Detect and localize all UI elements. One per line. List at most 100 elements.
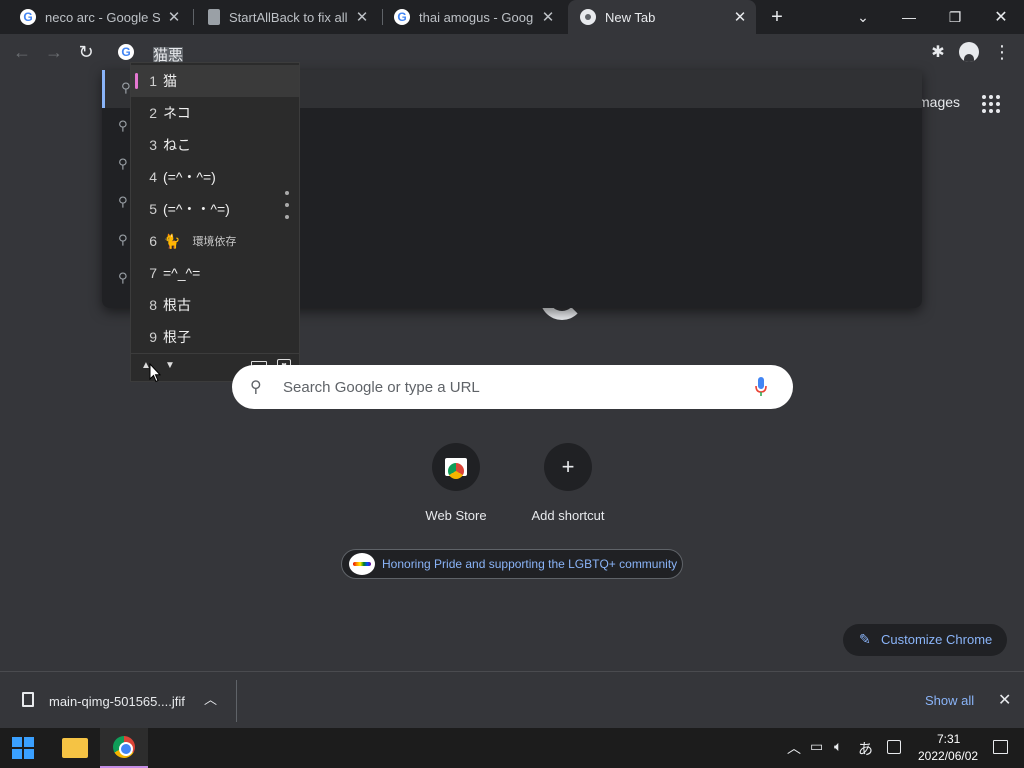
search-icon: ⚲ [118, 194, 128, 209]
candidate-text: (=^・・^=) [163, 201, 230, 217]
volume-icon[interactable]: 🔈︎ [834, 738, 842, 755]
close-icon[interactable]: ✕ [166, 8, 182, 26]
tab-title: New Tab [605, 9, 656, 25]
web-store-icon [432, 443, 480, 491]
pride-promo-chip[interactable]: Honoring Pride and supporting the LGBTQ+… [341, 549, 683, 579]
ime-candidate[interactable]: 3 ねこ [131, 129, 299, 161]
pride-doodle-icon [349, 553, 375, 575]
ime-pad-icon[interactable] [887, 740, 901, 754]
search-icon: ⚲ [118, 270, 128, 285]
tab-new-tab[interactable]: New Tab ✕ [568, 0, 756, 34]
search-icon: ⚲ [118, 232, 128, 247]
ime-candidate[interactable]: 5 (=^・・^=) [131, 193, 299, 225]
extensions-icon[interactable]: ✱ [926, 40, 950, 64]
candidate-text: =^_^= [163, 265, 201, 281]
google-icon: G [20, 9, 36, 25]
ime-mode-indicator[interactable]: あ [858, 738, 873, 759]
candidate-number: 9 [149, 329, 157, 345]
shortcut-label: Add shortcut [531, 508, 605, 523]
ime-candidate[interactable]: 9 根子 [131, 321, 299, 353]
candidate-number: 6 [149, 233, 157, 249]
microphone-icon[interactable] [754, 377, 768, 397]
search-placeholder: Search Google or type a URL [283, 379, 480, 396]
add-shortcut-button[interactable]: + Add shortcut [512, 443, 624, 533]
network-icon[interactable]: ▭ [810, 738, 823, 755]
customize-chrome-button[interactable]: ✎ Customize Chrome [843, 624, 1007, 656]
tab-title: StartAllBack to fix all W [229, 9, 348, 25]
search-icon: ⚲ [118, 118, 128, 133]
tab-search-chevron-icon[interactable]: ⌄ [840, 0, 886, 34]
search-icon: ⚲ [250, 379, 262, 396]
notification-icon[interactable] [993, 740, 1008, 754]
clock-date[interactable]: 2022/06/02 [918, 749, 978, 763]
mouse-cursor-icon [149, 363, 161, 383]
ime-scroll-indicator[interactable] [285, 191, 291, 227]
back-button[interactable]: ← [10, 40, 34, 64]
tab-title: neco arc - Google Sear [45, 9, 160, 25]
show-all-downloads-link[interactable]: Show all [925, 693, 974, 708]
candidate-text: 根古 [163, 297, 191, 313]
chrome-icon [580, 9, 596, 25]
close-icon[interactable]: ✕ [540, 8, 556, 26]
tab-neco-arc[interactable]: G neco arc - Google Sear ✕ [8, 0, 190, 34]
shortcut-web-store[interactable]: Web Store [400, 443, 512, 533]
close-window-button[interactable]: ✕ [978, 0, 1024, 34]
ime-candidate[interactable]: 8 根古 [131, 289, 299, 321]
ntp-search-box[interactable]: ⚲ Search Google or type a URL [232, 365, 793, 409]
images-link[interactable]: mages [918, 94, 960, 110]
chevron-up-icon[interactable]: ︿ [787, 738, 801, 758]
tab-title: thai amogus - Google [419, 9, 534, 25]
google-icon: G [394, 9, 410, 25]
start-button[interactable] [12, 737, 34, 759]
chrome-icon [113, 736, 135, 758]
document-icon [208, 9, 220, 25]
candidate-text: 猫 [163, 73, 177, 89]
downloads-shelf: main-qimg-501565....jfif ︿ Show all ✕ [0, 671, 1024, 728]
candidate-number: 7 [149, 265, 157, 281]
candidate-text: 🐈 [163, 232, 181, 249]
close-icon[interactable]: ✕ [998, 690, 1011, 710]
candidate-number: 8 [149, 297, 157, 313]
file-icon [22, 692, 34, 707]
apps-grid-icon[interactable] [982, 95, 1000, 113]
reload-button[interactable]: ↻ [74, 40, 98, 64]
tab-thai-amogus[interactable]: G thai amogus - Google ✕ [382, 0, 564, 34]
candidate-number: 1 [149, 73, 157, 89]
tab-startallback[interactable]: StartAllBack to fix all W ✕ [196, 0, 378, 34]
ime-candidate[interactable]: 2 ネコ [131, 97, 299, 129]
tab-divider [193, 9, 194, 25]
new-tab-button[interactable]: + [754, 0, 800, 34]
clock-time[interactable]: 7:31 [937, 732, 960, 746]
candidate-note: 環境依存 [192, 236, 237, 248]
candidate-text: ねこ [163, 137, 191, 153]
candidate-text: ネコ [163, 105, 191, 121]
chevron-up-icon[interactable]: ︿ [204, 689, 217, 708]
tab-strip: G neco arc - Google Sear ✕ StartAllBack … [0, 0, 1024, 34]
ime-candidate[interactable]: 1猫 [131, 65, 299, 97]
customize-label: Customize Chrome [881, 632, 993, 647]
close-icon[interactable]: ✕ [354, 8, 370, 26]
chrome-taskbar-icon[interactable] [100, 728, 148, 768]
candidate-text: 根子 [163, 329, 191, 345]
pride-banner-text: Honoring Pride and supporting the LGBTQ+… [382, 557, 678, 571]
candidate-number: 5 [149, 201, 157, 217]
close-icon[interactable]: ✕ [732, 8, 748, 26]
minimize-button[interactable]: — [886, 0, 932, 34]
taskbar: ︿ ▭ 🔈︎ あ 7:31 2022/06/02 [0, 728, 1024, 768]
search-icon: ⚲ [118, 156, 128, 171]
forward-button[interactable]: → [42, 40, 66, 64]
profile-icon[interactable] [957, 40, 981, 64]
menu-kebab-icon[interactable]: ⋮ [990, 40, 1014, 64]
download-item-name[interactable]: main-qimg-501565....jfif [49, 694, 185, 709]
ime-candidate-window: 1猫 2 ネコ 3 ねこ 4 (=^・^=) 5 (=^・・^=) 6 🐈 環境依存 7 =^… [130, 62, 300, 382]
ime-candidate[interactable]: 7 =^_^= [131, 257, 299, 289]
ime-candidate[interactable]: 4 (=^・^=) [131, 161, 299, 193]
ime-candidate[interactable]: 6 🐈 環境依存 [131, 225, 299, 257]
file-explorer-icon[interactable] [62, 738, 88, 758]
restore-button[interactable]: ❐ [932, 0, 978, 34]
shortcut-label: Web Store [425, 508, 487, 523]
candidate-number: 2 [149, 105, 157, 121]
divider [236, 680, 237, 722]
page-down-icon[interactable]: ▼ [165, 360, 175, 371]
candidate-number: 4 [149, 169, 157, 185]
